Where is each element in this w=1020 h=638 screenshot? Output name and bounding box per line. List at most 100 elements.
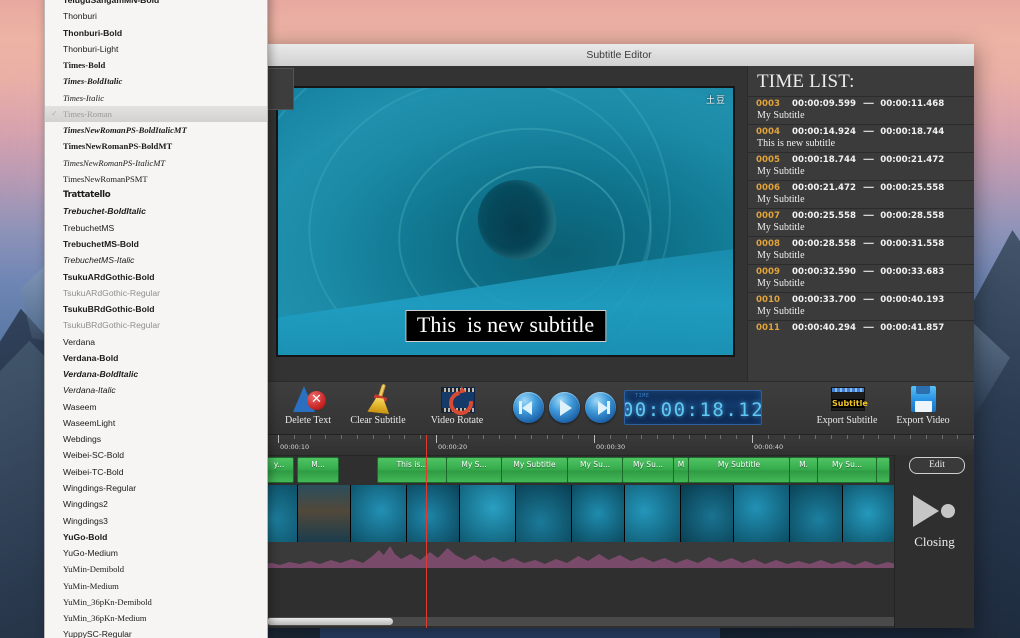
font-menu-item[interactable]: TsukuBRdGothic-Bold: [45, 301, 267, 317]
font-menu-item[interactable]: YuMin-Medium: [45, 578, 267, 594]
subtitle-clip[interactable]: y...: [264, 457, 294, 483]
font-menu-item[interactable]: TrebuchetMS-Bold: [45, 236, 267, 252]
font-menu-item[interactable]: WaseemLight: [45, 415, 267, 431]
font-menu-item[interactable]: YuGo-Medium: [45, 545, 267, 561]
filmstrip-frame[interactable]: [351, 485, 407, 542]
time-list-row[interactable]: 0005 00:00:18.744 ---- 00:00:21.472 My Subti…: [748, 152, 974, 180]
font-menu-item[interactable]: Times-BoldItalic: [45, 73, 267, 89]
font-menu-item[interactable]: Waseem: [45, 399, 267, 415]
font-menu-item[interactable]: TimesNewRomanPS-ItalicMT: [45, 155, 267, 171]
filmstrip-frame[interactable]: [734, 485, 790, 542]
subtitle-text[interactable]: My Subtitle: [748, 277, 974, 289]
subtitle-clip[interactable]: This is...: [377, 457, 447, 483]
font-menu-item[interactable]: YuMin_36pKn-Demibold: [45, 594, 267, 610]
font-menu-item[interactable]: Weibei-SC-Bold: [45, 447, 267, 463]
subtitle-track[interactable]: y... M... This is... My S... My Subtitle My S…: [264, 455, 974, 483]
font-menu-item[interactable]: Trattatello: [45, 187, 267, 203]
subtitle-clip[interactable]: My S...: [446, 457, 502, 483]
font-menu-item[interactable]: Wingdings2: [45, 496, 267, 512]
font-menu-item[interactable]: Thonburi: [45, 8, 267, 24]
time-list-row[interactable]: 0003 00:00:09.599 ---- 00:00:11.468 My Subti…: [748, 96, 974, 124]
font-menu-item[interactable]: Verdana-BoldItalic: [45, 366, 267, 382]
subtitle-text[interactable]: My Subtitle: [748, 221, 974, 233]
font-menu-item[interactable]: Thonburi-Light: [45, 41, 267, 57]
font-menu-item[interactable]: YuGo-Bold: [45, 529, 267, 545]
subtitle-text[interactable]: My Subtitle: [748, 165, 974, 177]
timeline-ruler[interactable]: 00:00:10 00:00:20 00:00:30 00:00:40: [264, 435, 974, 456]
font-menu-item[interactable]: Weibei-TC-Bold: [45, 464, 267, 480]
audio-waveform[interactable]: [264, 542, 974, 568]
window-titlebar[interactable]: Subtitle Editor: [264, 44, 974, 67]
previous-button[interactable]: [513, 392, 544, 423]
font-menu-item[interactable]: TimesNewRomanPSMT: [45, 171, 267, 187]
filmstrip-frame[interactable]: [843, 485, 899, 542]
font-menu-item[interactable]: Trebuchet-BoldItalic: [45, 203, 267, 219]
subtitle-clip[interactable]: [876, 457, 890, 483]
font-menu-item[interactable]: YuMin_36pKn-Medium: [45, 610, 267, 626]
font-menu-item[interactable]: TimesNewRomanPS-BoldItalicMT: [45, 122, 267, 138]
video-filmstrip[interactable]: [264, 485, 974, 542]
filmstrip-frame[interactable]: [625, 485, 681, 542]
subtitle-overlay-text[interactable]: This is new subtitle: [404, 310, 607, 342]
font-menu-item[interactable]: YuMin-Demibold: [45, 561, 267, 577]
font-menu-item[interactable]: TsukuBRdGothic-Regular: [45, 317, 267, 333]
time-list-panel[interactable]: TIME LIST: 0003 00:00:09.599 ---- 00:00:11.…: [747, 66, 974, 381]
filmstrip-frame[interactable]: [460, 485, 516, 542]
filmstrip-frame[interactable]: [407, 485, 460, 542]
font-menu-item[interactable]: Wingdings3: [45, 513, 267, 529]
time-list-row[interactable]: 0004 00:00:14.924 ---- 00:00:18.744 This is…: [748, 124, 974, 152]
next-button[interactable]: [585, 392, 616, 423]
closing-button[interactable]: Closing: [895, 491, 974, 550]
subtitle-clip[interactable]: My Su...: [567, 457, 623, 483]
filmstrip-frame[interactable]: [516, 485, 572, 542]
font-menu-item[interactable]: Times-Italic: [45, 90, 267, 106]
export-video-button[interactable]: Export Video: [885, 384, 961, 426]
font-menu-item[interactable]: TrebuchetMS: [45, 220, 267, 236]
subtitle-text[interactable]: My Subtitle: [748, 109, 974, 121]
export-subtitle-button[interactable]: Subtitle Export Subtitle: [809, 384, 885, 426]
font-menu-item[interactable]: Thonburi-Bold: [45, 25, 267, 41]
filmstrip-frame[interactable]: [572, 485, 625, 542]
delete-text-button[interactable]: ✕ Delete Text: [270, 384, 346, 426]
filmstrip-frame[interactable]: [264, 485, 298, 542]
font-menu-item[interactable]: TsukuARdGothic-Bold: [45, 269, 267, 285]
video-player[interactable]: 土豆 This is new subtitle: [276, 85, 735, 357]
time-list-row[interactable]: 0006 00:00:21.472 ---- 00:00:25.558 My Subti…: [748, 180, 974, 208]
filmstrip-frame[interactable]: [298, 485, 351, 542]
font-menu-item[interactable]: TsukuARdGothic-Regular: [45, 285, 267, 301]
time-list-row[interactable]: 0011 00:00:40.294 ---- 00:00:41.857: [748, 320, 974, 336]
subtitle-clip[interactable]: My Subtitle: [688, 457, 790, 483]
time-list-row[interactable]: 0007 00:00:25.558 ---- 00:00:28.558 My Subti…: [748, 208, 974, 236]
time-list-row[interactable]: 0008 00:00:28.558 ---- 00:00:31.558 My Subti…: [748, 236, 974, 264]
font-menu-item[interactable]: TeluguSangamMN-Bold: [45, 0, 267, 8]
edit-button[interactable]: Edit: [909, 457, 965, 474]
time-list-row[interactable]: 0009 00:00:32.590 ---- 00:00:33.683 My Subti…: [748, 264, 974, 292]
scrollbar-thumb[interactable]: [267, 618, 393, 625]
subtitle-clip[interactable]: M...: [297, 457, 339, 483]
playhead[interactable]: [426, 435, 427, 628]
subtitle-text[interactable]: My Subtitle: [748, 305, 974, 317]
time-list-row[interactable]: 0010 00:00:33.700 ---- 00:00:40.193 My Subti…: [748, 292, 974, 320]
subtitle-clip[interactable]: My Subtitle: [501, 457, 568, 483]
font-menu-item[interactable]: Times-Bold: [45, 57, 267, 73]
font-menu-item[interactable]: TimesNewRomanPS-BoldMT: [45, 138, 267, 154]
subtitle-text[interactable]: My Subtitle: [748, 193, 974, 205]
font-menu-item[interactable]: YuppySC-Regular: [45, 626, 267, 638]
font-family-dropdown[interactable]: TeluguSangamMN-Bold Thonburi Thonburi-Bold…: [44, 0, 268, 638]
font-menu-item[interactable]: Wingdings-Regular: [45, 480, 267, 496]
filmstrip-frame[interactable]: [790, 485, 843, 542]
font-menu-item[interactable]: Times-Roman: [45, 105, 267, 122]
timeline-panel[interactable]: 00:00:10 00:00:20 00:00:30 00:00:40 y... M..…: [264, 434, 974, 628]
current-time-display[interactable]: TIME 00:00:18.12: [624, 390, 762, 425]
subtitle-clip[interactable]: M: [673, 457, 689, 483]
clear-subtitle-button[interactable]: Clear Subtitle: [340, 383, 416, 426]
subtitle-clip[interactable]: M.: [789, 457, 818, 483]
font-menu-item[interactable]: Verdana-Bold: [45, 350, 267, 366]
timeline-horizontal-scrollbar[interactable]: [266, 617, 972, 626]
filmstrip-frame[interactable]: [681, 485, 734, 542]
font-menu-item[interactable]: Verdana: [45, 334, 267, 350]
play-button[interactable]: [549, 392, 580, 423]
video-rotate-button[interactable]: Video Rotate: [419, 384, 495, 426]
font-menu-item[interactable]: TrebuchetMS-Italic: [45, 252, 267, 268]
subtitle-text[interactable]: This is new subtitle: [748, 137, 974, 149]
